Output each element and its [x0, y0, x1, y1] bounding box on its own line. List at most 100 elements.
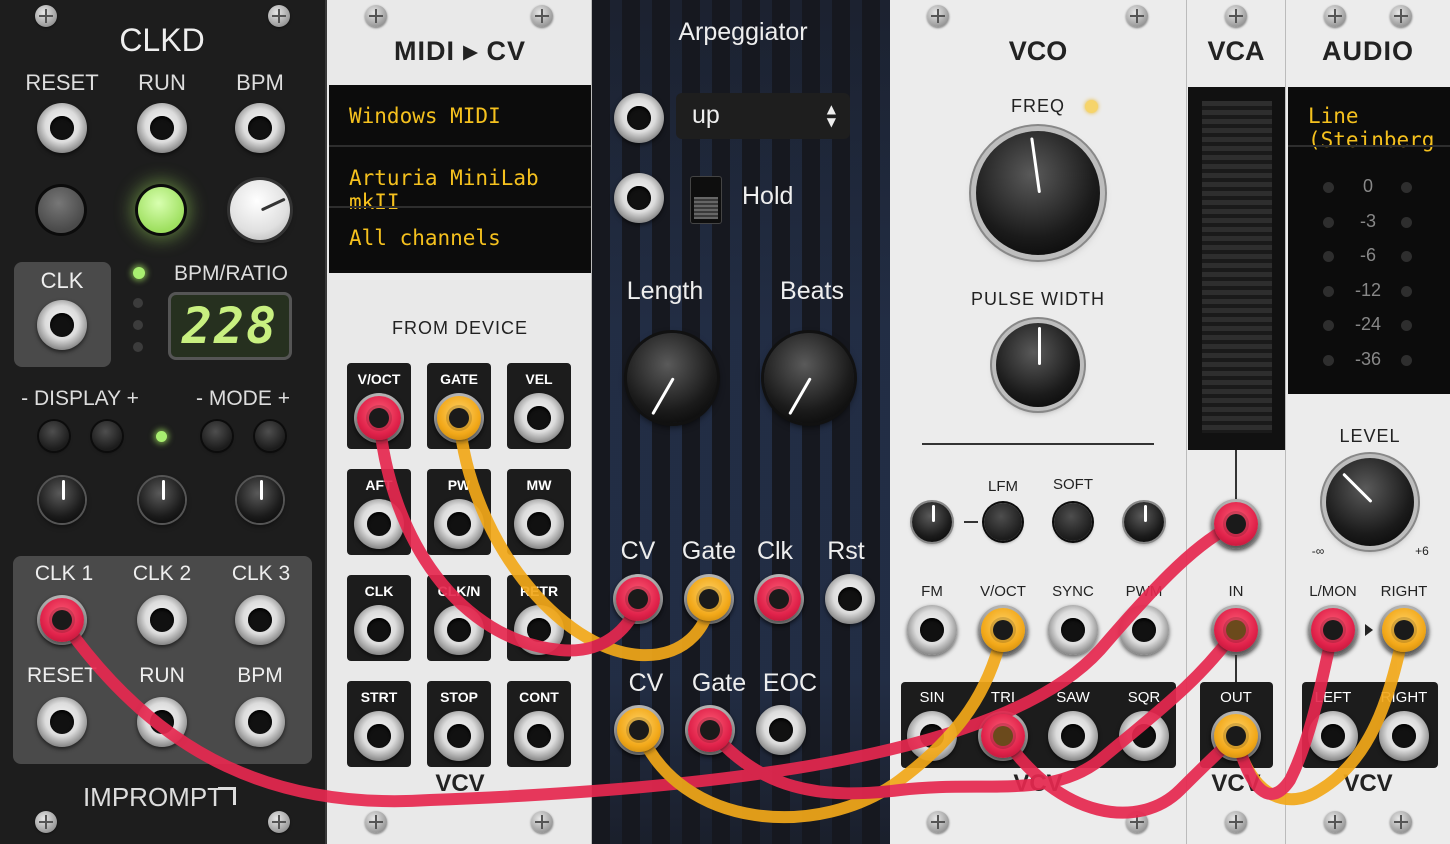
saw-output-jack[interactable] [1048, 711, 1098, 761]
led-icon [133, 342, 143, 352]
midi-output-jack[interactable] [514, 393, 564, 443]
length-knob[interactable] [627, 333, 717, 423]
mode-label: - MODE + [196, 387, 290, 410]
cable-plug[interactable] [1382, 608, 1426, 652]
cable-plug[interactable] [40, 598, 84, 642]
sin-output-jack[interactable] [907, 711, 957, 761]
run-output-jack[interactable] [137, 697, 187, 747]
screw-icon [365, 5, 387, 27]
level-slider[interactable] [1188, 87, 1285, 450]
reset-input-jack[interactable] [37, 103, 87, 153]
cable-plug[interactable] [1214, 714, 1258, 758]
meter-led-icon [1323, 251, 1334, 262]
screw-icon [1324, 5, 1346, 27]
fm-input-jack[interactable] [907, 605, 957, 655]
midi-output-jack[interactable] [434, 605, 484, 655]
midi-channel-select[interactable]: All channels [349, 226, 501, 250]
fm-amount-knob[interactable] [912, 502, 952, 542]
cable-plug[interactable] [757, 577, 801, 621]
sqr-output-jack[interactable] [1119, 711, 1169, 761]
pwm-amount-knob[interactable] [1124, 502, 1164, 542]
clk2-ratio-knob[interactable] [139, 477, 185, 523]
rst-input-jack[interactable] [825, 574, 875, 624]
audio-title: AUDIO [1322, 36, 1414, 66]
soft-button[interactable] [1054, 503, 1092, 541]
divider [922, 443, 1154, 445]
freq-knob[interactable] [976, 131, 1100, 255]
vcv-logo: VCV [1343, 770, 1393, 797]
midi-output-jack[interactable] [354, 499, 404, 549]
midi-output-box: STOP [427, 681, 491, 767]
midi-output-jack[interactable] [514, 711, 564, 761]
lfm-button[interactable] [984, 503, 1022, 541]
screw-icon [1126, 5, 1148, 27]
screw-icon [365, 811, 387, 833]
cable-plug[interactable] [616, 577, 660, 621]
clk1-ratio-knob[interactable] [39, 477, 85, 523]
freq-label: FREQ [1010, 96, 1066, 116]
cable-plug[interactable] [617, 708, 661, 752]
cable-plug[interactable] [437, 396, 481, 440]
eoc-output-jack[interactable] [756, 705, 806, 755]
arp-title: Arpeggiator [678, 18, 808, 46]
beats-knob[interactable] [764, 333, 854, 423]
display-plus-button[interactable] [92, 421, 122, 451]
reset-button[interactable] [38, 187, 84, 233]
left-output-jack[interactable] [1308, 711, 1358, 761]
audio-module: AUDIO Line (Steinberg 0 -3 -6 -12 -24 -36 LEV… [1286, 0, 1450, 844]
clk2-output-jack[interactable] [137, 595, 187, 645]
bpm-knob[interactable] [230, 180, 290, 240]
midi-output-jack[interactable] [434, 499, 484, 549]
mode-cv-jack[interactable] [614, 93, 664, 143]
cable-plug[interactable] [357, 396, 401, 440]
bpm-output-jack[interactable] [235, 697, 285, 747]
run-button[interactable] [138, 187, 184, 233]
midi-output-label: V/OCT [357, 371, 401, 387]
meter-led-icon [1401, 285, 1412, 297]
midi-output-jack[interactable] [514, 605, 564, 655]
meter-led-icon [1323, 182, 1334, 193]
clkd-title: CLKD [119, 22, 205, 58]
cable-plug[interactable] [981, 608, 1025, 652]
midi-output-box: MW [507, 469, 571, 555]
clk3-output-jack[interactable] [235, 595, 285, 645]
cable-plug[interactable] [688, 708, 732, 752]
hold-cv-jack[interactable] [614, 173, 664, 223]
cable-plug[interactable] [1214, 502, 1258, 546]
midi-driver-select[interactable]: Windows MIDI [349, 104, 501, 128]
midi-output-jack[interactable] [354, 605, 404, 655]
hold-label: Hold [742, 182, 794, 210]
voct-label: V/OCT [980, 583, 1026, 600]
saw-label: SAW [1056, 689, 1090, 706]
cv-in-label: CV [620, 537, 656, 565]
cable-plug[interactable] [981, 714, 1025, 758]
cable-plug[interactable] [1214, 608, 1258, 652]
midi-output-jack[interactable] [434, 711, 484, 761]
reset-output-jack[interactable] [37, 697, 87, 747]
hold-switch[interactable] [690, 176, 722, 224]
pulse-width-knob[interactable] [996, 323, 1080, 407]
mode-select-value: up [692, 101, 720, 129]
bpm-input-jack[interactable] [235, 103, 285, 153]
cable-plug[interactable] [687, 577, 731, 621]
right-output-jack[interactable] [1379, 711, 1429, 761]
run-input-jack[interactable] [137, 103, 187, 153]
level-knob[interactable] [1326, 458, 1414, 546]
connector-line [1235, 450, 1237, 502]
midi-output-jack[interactable] [354, 711, 404, 761]
mode-plus-button[interactable] [255, 421, 285, 451]
mode-minus-button[interactable] [202, 421, 232, 451]
clk3-label: CLK 3 [231, 562, 291, 585]
cable-plug[interactable] [1311, 608, 1355, 652]
pwm-input-jack[interactable] [1119, 605, 1169, 655]
mode-select[interactable]: up ▲ ▼ [676, 93, 850, 139]
tri-label: TRI [990, 689, 1016, 706]
clk-input-jack[interactable] [37, 300, 87, 350]
screw-icon [1126, 811, 1148, 833]
sync-input-jack[interactable] [1048, 605, 1098, 655]
clk3-ratio-knob[interactable] [237, 477, 283, 523]
midi-output-label: GATE [440, 371, 478, 387]
midi-output-label: STOP [440, 689, 478, 705]
midi-output-jack[interactable] [514, 499, 564, 549]
display-minus-button[interactable] [39, 421, 69, 451]
